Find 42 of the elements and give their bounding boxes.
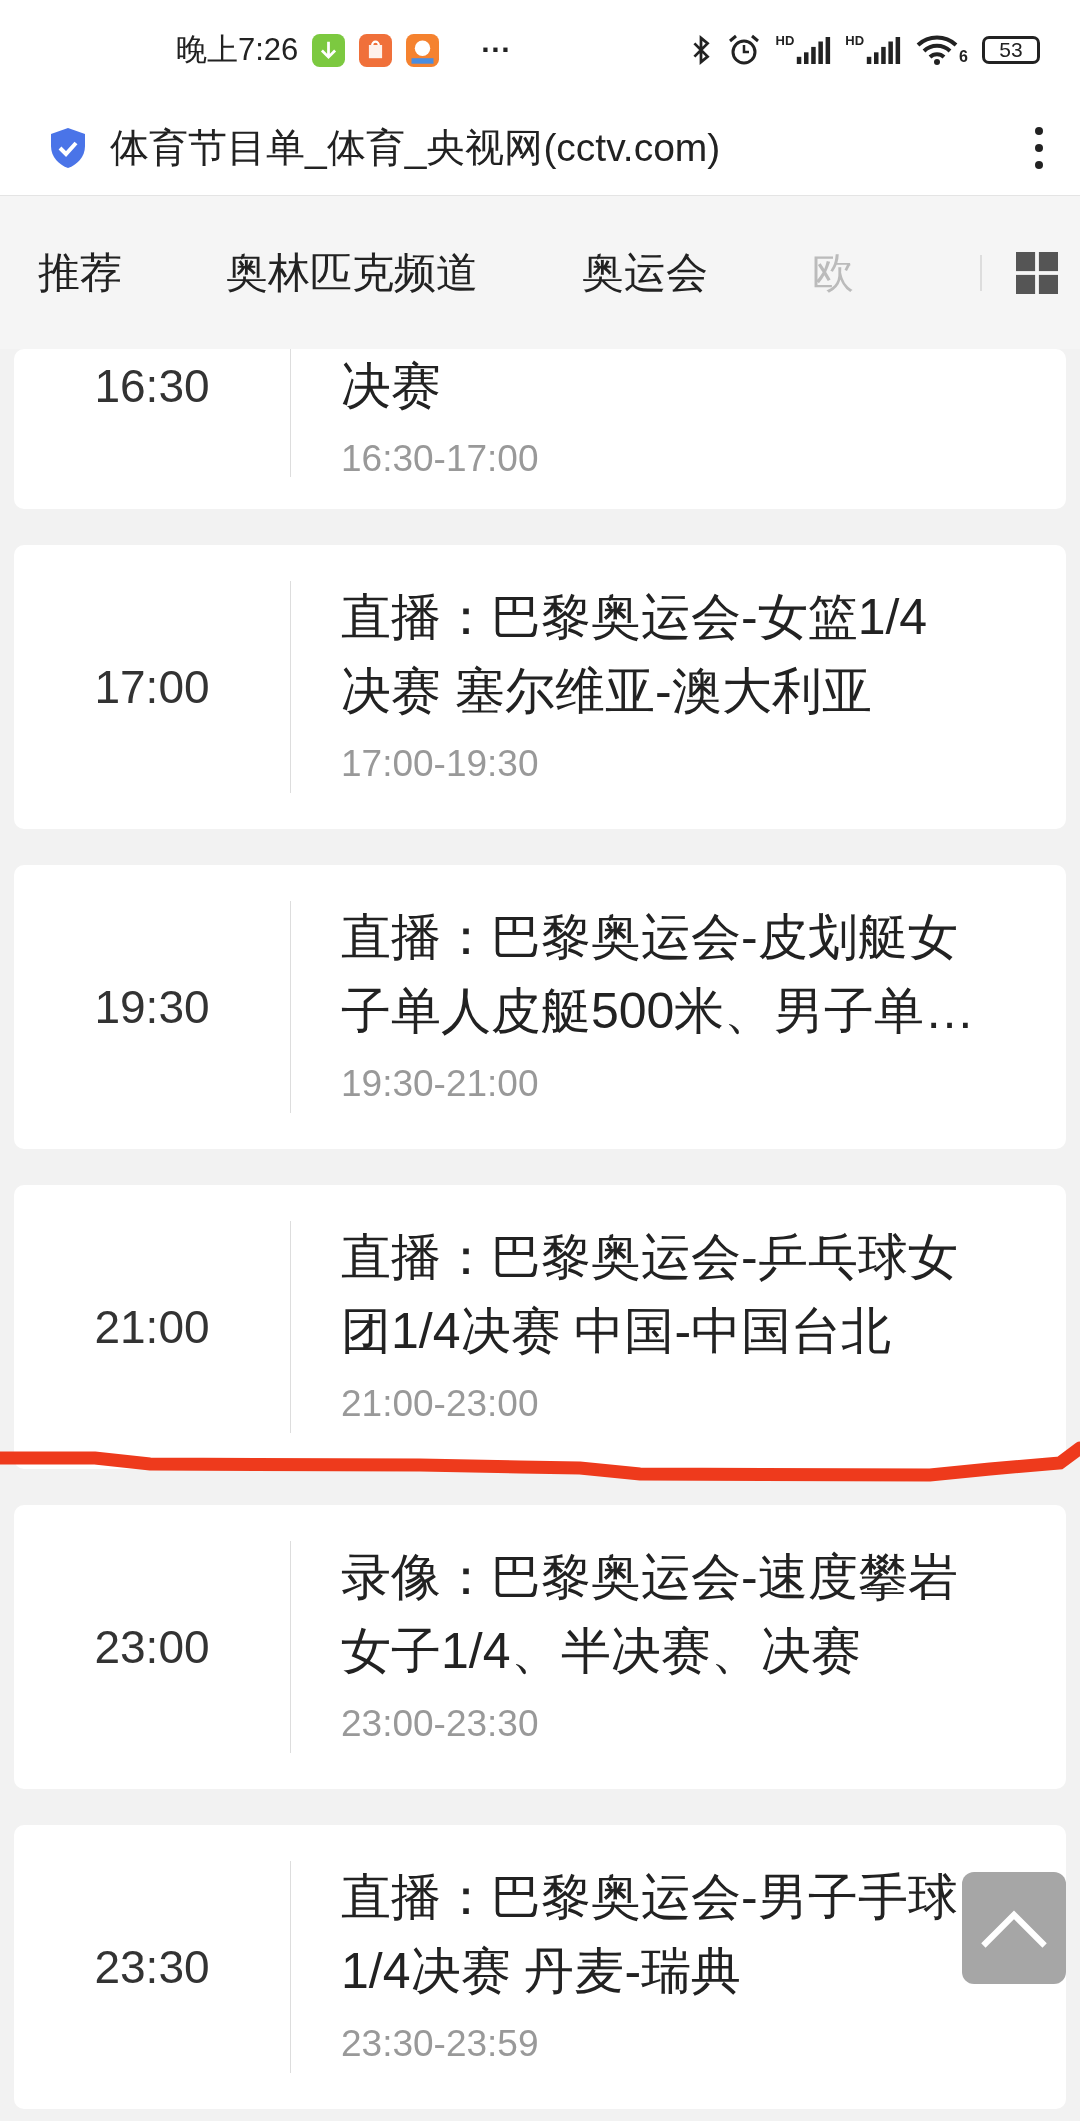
program-time: 16:30 xyxy=(94,359,210,414)
signal-icon xyxy=(865,36,902,64)
program-card[interactable]: 19:30 直播：巴黎奥运会-皮划艇女子单人皮艇500米、男子单… 19:30-21:00 xyxy=(14,865,1066,1149)
program-time: 21:00 xyxy=(94,1300,210,1355)
program-time-range: 17:00-19:30 xyxy=(341,742,539,786)
battery-indicator: 53 xyxy=(982,36,1040,64)
channel-tab[interactable]: 推荐 xyxy=(38,244,122,301)
grid-menu-icon[interactable] xyxy=(1016,251,1058,294)
wifi-icon xyxy=(915,34,960,66)
program-time: 23:30 xyxy=(94,1940,210,1995)
channel-tab[interactable]: 奥林匹克频道 xyxy=(226,244,478,301)
hd-label: HD xyxy=(845,32,865,48)
program-time-range: 16:30-17:00 xyxy=(341,437,539,481)
program-time-range: 21:00-23:00 xyxy=(341,1382,539,1426)
program-title: 决赛 xyxy=(341,357,441,416)
program-title: 录像：巴黎奥运会-速度攀岩女子1/4、半决赛、决赛 xyxy=(341,1548,959,1681)
shield-check-icon xyxy=(48,125,88,170)
program-card[interactable]: 23:00 录像：巴黎奥运会-速度攀岩女子1/4、半决赛、决赛 23:00-23:30 xyxy=(14,1505,1066,1789)
hd-label: HD xyxy=(775,32,795,48)
signal-icon xyxy=(795,36,832,64)
more-notifications: ··· xyxy=(481,33,512,67)
program-time-range: 23:00-23:30 xyxy=(341,1702,539,1746)
program-time-range: 23:30-23:59 xyxy=(341,2022,539,2066)
program-card[interactable]: 23:30 直播：巴黎奥运会-男子手球1/4决赛 丹麦-瑞典 23:30-23:59 xyxy=(14,1825,1066,2109)
program-title: 直播：巴黎奥运会-乒乓球女团1/4决赛 中国-中国台北 xyxy=(341,1228,959,1361)
page-title: 体育节目单_体育_央视网(cctv.com) xyxy=(110,124,722,171)
program-card[interactable]: 16:30 决赛 16:30-17:00 xyxy=(14,349,1066,509)
wifi-standard-label: 6 xyxy=(959,48,968,66)
more-menu-icon[interactable] xyxy=(1034,124,1044,171)
program-time-range: 19:30-21:00 xyxy=(341,1062,539,1106)
program-card[interactable]: 17:00 直播：巴黎奥运会-女篮1/4决赛 塞尔维亚-澳大利亚 17:00-19:30 xyxy=(14,545,1066,829)
program-card[interactable]: 21:00 直播：巴黎奥运会-乒乓球女团1/4决赛 中国-中国台北 21:00-23:00 xyxy=(14,1185,1066,1469)
channel-tab[interactable]: 奥运会 xyxy=(582,244,708,301)
program-time: 23:00 xyxy=(94,1620,210,1675)
status-time: 晚上7:26 xyxy=(176,31,299,69)
program-title: 直播：巴黎奥运会-皮划艇女子单人皮艇500米、男子单… xyxy=(341,908,976,1041)
shopping-bag-app-icon xyxy=(359,33,393,67)
program-time: 19:30 xyxy=(94,980,210,1035)
download-app-icon xyxy=(312,33,346,67)
program-title: 直播：巴黎奥运会-女篮1/4决赛 塞尔维亚-澳大利亚 xyxy=(341,588,929,721)
program-time: 17:00 xyxy=(94,660,210,715)
program-title: 直播：巴黎奥运会-男子手球1/4决赛 丹麦-瑞典 xyxy=(341,1868,959,2001)
